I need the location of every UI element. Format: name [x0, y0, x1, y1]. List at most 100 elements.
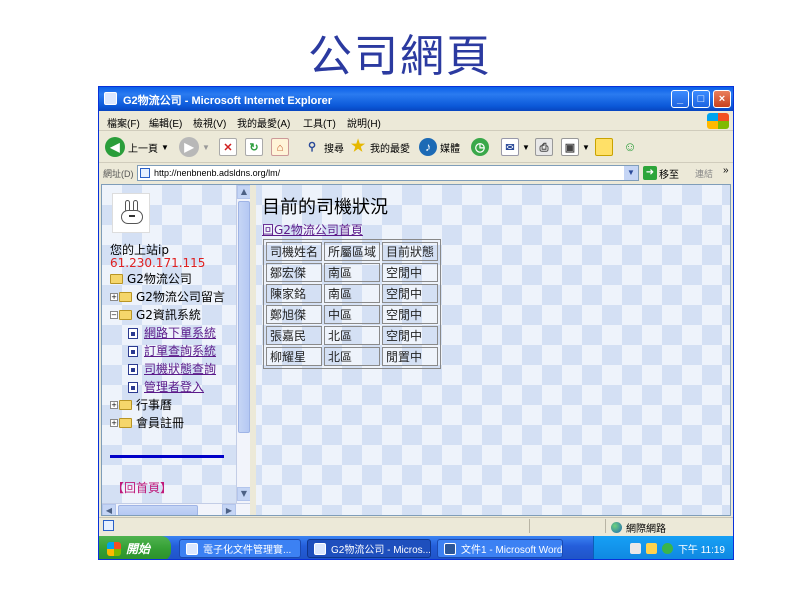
- expand-icon[interactable]: +: [110, 401, 118, 409]
- close-button[interactable]: ×: [713, 90, 731, 108]
- stop-button[interactable]: ✕: [219, 135, 237, 159]
- maximize-button[interactable]: □: [692, 90, 710, 108]
- menu-file[interactable]: 檔案(F): [107, 115, 140, 130]
- rabbit-mascot-image: [112, 193, 150, 233]
- menu-edit[interactable]: 編輯(E): [149, 115, 182, 130]
- table-header: 司機姓名: [266, 242, 323, 261]
- table-row: 鄒宏傑 南區 空閒中: [266, 263, 439, 282]
- folder-icon: [119, 292, 132, 302]
- title-bar: G2物流公司 - Microsoft Internet Explorer _ □…: [99, 87, 733, 111]
- edit-button[interactable]: ▣ ▼: [561, 135, 590, 159]
- menu-view[interactable]: 檢視(V): [193, 115, 226, 130]
- back-label: 上一頁: [128, 143, 158, 155]
- back-button[interactable]: ◀ 上一頁 ▼: [105, 135, 169, 159]
- messenger-tray-icon[interactable]: [661, 543, 673, 554]
- menu-help[interactable]: 說明(H): [347, 115, 381, 130]
- expand-icon[interactable]: +: [110, 419, 118, 427]
- home-button[interactable]: ⌂: [271, 135, 289, 159]
- minimize-button[interactable]: _: [671, 90, 689, 108]
- app-icon: [186, 542, 198, 555]
- history-button[interactable]: ◷: [471, 135, 489, 159]
- back-arrow-icon: ◀: [105, 137, 125, 157]
- menu-tools[interactable]: 工具(T): [303, 115, 336, 130]
- discuss-button[interactable]: [595, 135, 613, 159]
- tree-item-guestbook-label: G2物流公司留言: [136, 290, 225, 304]
- page-heading: 目前的司機狀況: [262, 197, 388, 218]
- tree-item-admin-login[interactable]: 管理者登入: [128, 379, 204, 395]
- address-input[interactable]: http://nenbnenb.adsldns.org/lm/ ▼: [137, 165, 639, 181]
- table-row: 張嘉民 北區 空閒中: [266, 326, 439, 345]
- volume-icon[interactable]: [645, 543, 657, 554]
- mail-button[interactable]: ✉ ▼: [501, 135, 530, 159]
- table-header-row: 司機姓名 所屬區域 目前狀態: [266, 242, 439, 261]
- refresh-button[interactable]: ↻: [245, 135, 263, 159]
- left-frame: 您的上站ip 61.230.171.115 G2物流公司 + G2物流公司留言 …: [102, 185, 236, 515]
- zone-label: 網際網路: [626, 524, 666, 535]
- security-zone: 網際網路: [611, 520, 666, 535]
- driver-name-cell: 柳耀星: [266, 347, 323, 366]
- tree-item-order-query[interactable]: 訂單查詢系統: [128, 343, 216, 359]
- address-dropdown-icon[interactable]: ▼: [624, 166, 638, 180]
- internet-globe-icon: [611, 522, 622, 533]
- go-label: 移至: [659, 169, 679, 181]
- tree-item-register[interactable]: + 會員註冊: [110, 415, 184, 431]
- mail-icon: ✉: [501, 138, 519, 156]
- tree-item-driver-status[interactable]: 司機狀態查詢: [128, 361, 216, 377]
- ie-icon: [104, 92, 117, 105]
- scroll-left-icon[interactable]: ◀: [102, 504, 116, 515]
- tree-item-driver-status-label: 司機狀態查詢: [144, 362, 217, 376]
- tree-root[interactable]: G2物流公司: [110, 271, 192, 287]
- collapse-icon[interactable]: −: [110, 311, 118, 319]
- mail-dropdown-icon: ▼: [522, 142, 530, 152]
- tree-item-calendar[interactable]: + 行事曆: [110, 397, 172, 413]
- tree-item-info-system[interactable]: − G2資訊系統: [110, 307, 201, 323]
- print-button[interactable]: ⎙: [535, 135, 553, 159]
- start-label: 開始: [126, 542, 151, 556]
- forward-button[interactable]: ▶ ▼: [179, 135, 210, 159]
- clock: 下午 11:19: [677, 545, 725, 556]
- forward-arrow-icon: ▶: [179, 137, 199, 157]
- status-cell: 閒置中: [382, 347, 439, 366]
- search-label: 搜尋: [324, 143, 344, 155]
- note-icon: [595, 138, 613, 156]
- status-cell: 空閒中: [382, 305, 439, 324]
- taskbar-item-active[interactable]: G2物流公司 - Micros...: [307, 539, 431, 558]
- tree-item-online-order[interactable]: 網路下單系統: [128, 325, 216, 341]
- table-row: 陳家銘 南區 空閒中: [266, 284, 439, 303]
- chevron-right-icon[interactable]: »: [723, 165, 729, 176]
- scroll-up-icon[interactable]: ▲: [237, 185, 251, 199]
- go-button[interactable]: ➜ 移至: [643, 165, 679, 181]
- address-bar: 網址(D) http://nenbnenb.adsldns.org/lm/ ▼ …: [99, 163, 733, 183]
- status-bar: 網際網路: [99, 517, 733, 535]
- media-button[interactable]: ♪ 媒體: [419, 135, 460, 159]
- taskbar-item[interactable]: 電子化文件管理實...: [179, 539, 301, 558]
- folder-open-icon: [110, 274, 123, 284]
- star-icon: ★: [350, 138, 366, 155]
- folder-icon: [119, 418, 132, 428]
- stop-icon: ✕: [219, 138, 237, 156]
- messenger-button[interactable]: ☺: [621, 135, 639, 159]
- home-link[interactable]: 【回首頁】: [112, 479, 172, 496]
- region-cell: 南區: [324, 263, 381, 282]
- scroll-right-icon[interactable]: ▶: [222, 504, 236, 515]
- tree-item-guestbook[interactable]: + G2物流公司留言: [110, 289, 225, 305]
- links-label[interactable]: 連結: [695, 167, 713, 180]
- back-to-home-link[interactable]: 回G2物流公司首頁: [262, 221, 363, 238]
- favorites-button[interactable]: ★ 我的最愛: [349, 135, 410, 159]
- taskbar-item[interactable]: 文件1 - Microsoft Word: [437, 539, 563, 558]
- media-label: 媒體: [440, 143, 460, 155]
- favorites-label: 我的最愛: [370, 143, 410, 155]
- expand-icon[interactable]: +: [110, 293, 118, 301]
- folder-open-icon: [119, 310, 132, 320]
- taskbar-item-label: 文件1 - Microsoft Word: [461, 545, 563, 556]
- network-icon[interactable]: [629, 543, 641, 554]
- scroll-thumb[interactable]: [238, 201, 250, 433]
- left-frame-vertical-scrollbar[interactable]: ▲ ▼: [236, 185, 251, 503]
- left-frame-horizontal-scrollbar[interactable]: ◀ ▶: [102, 503, 250, 515]
- horizontal-scroll-thumb[interactable]: [118, 505, 198, 515]
- search-button[interactable]: ⚲ 搜尋: [303, 135, 344, 159]
- tree-item-info-system-label: G2資訊系統: [136, 308, 201, 322]
- start-button[interactable]: 開始: [99, 536, 171, 559]
- scroll-down-icon[interactable]: ▼: [237, 487, 251, 501]
- menu-favorites[interactable]: 我的最愛(A): [237, 115, 290, 130]
